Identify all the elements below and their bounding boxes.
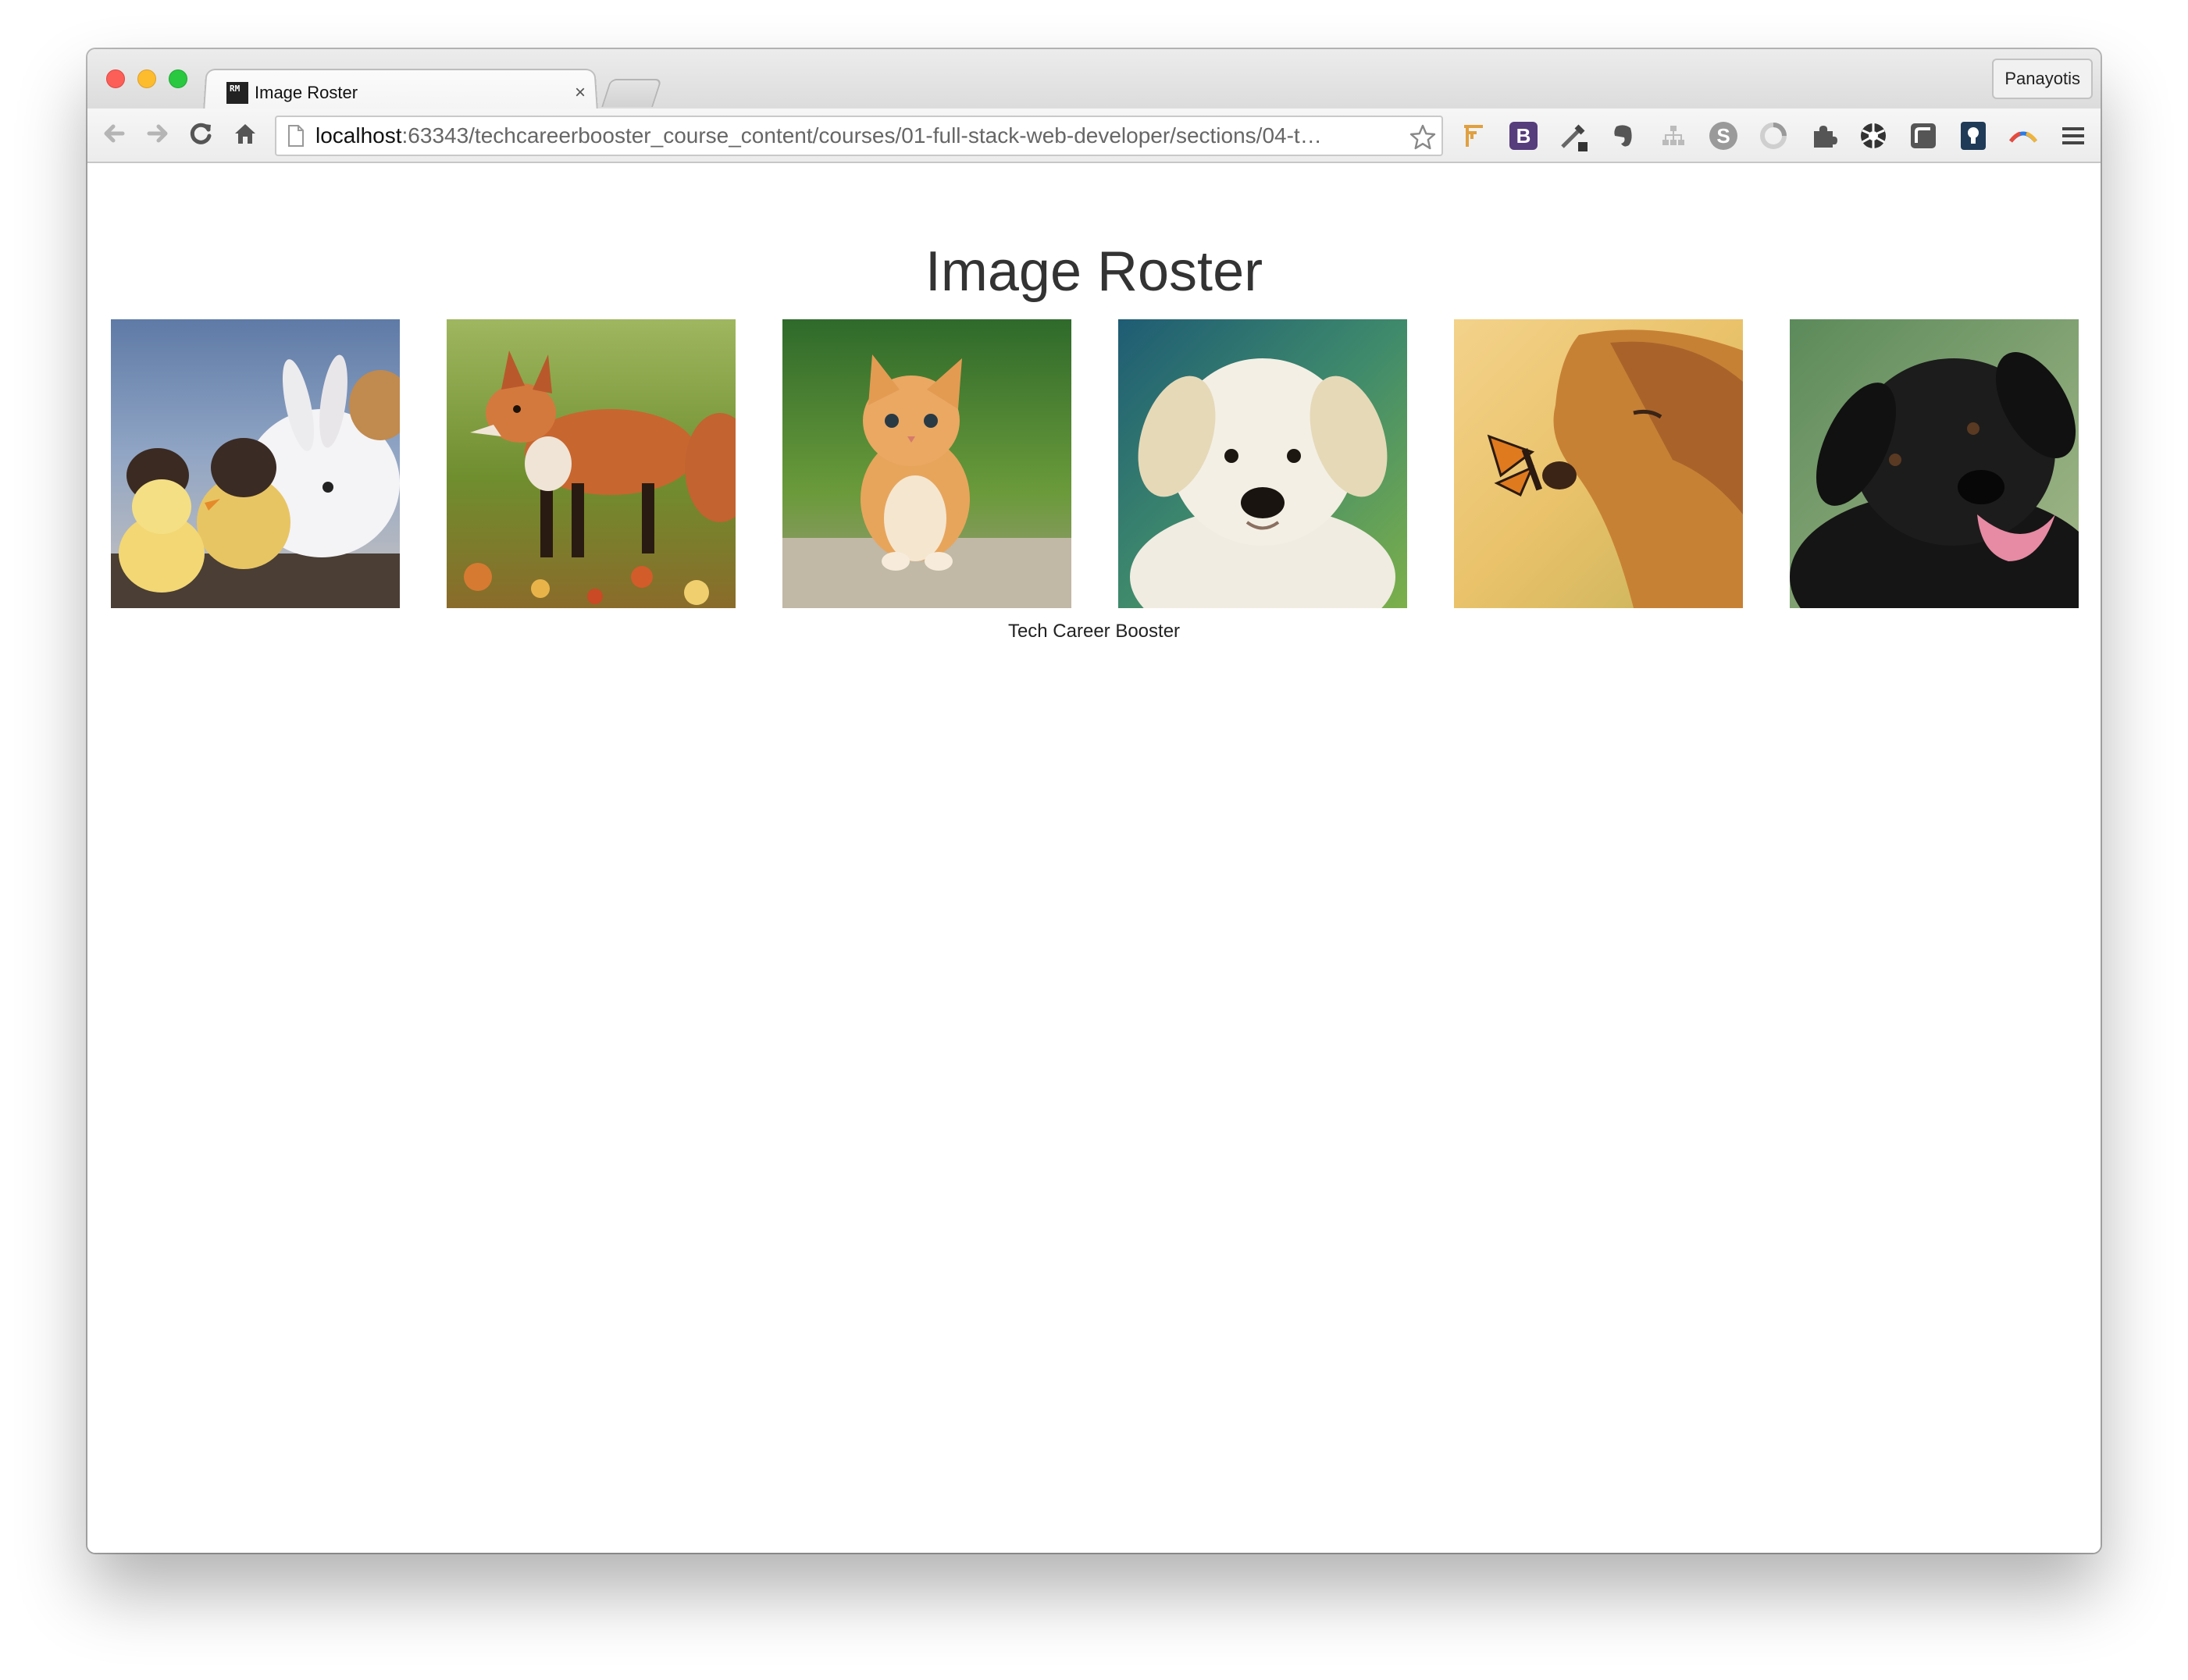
image-red-fox xyxy=(447,319,736,608)
minimize-window-button[interactable] xyxy=(137,69,156,88)
chrome-swirl-icon[interactable] xyxy=(1754,116,1793,155)
url-host: localhost xyxy=(315,123,402,148)
reload-button[interactable] xyxy=(184,116,219,151)
page-icon xyxy=(288,125,304,147)
tab-strip: RM Image Roster × Panayotis xyxy=(87,49,2101,112)
home-icon xyxy=(235,124,255,144)
gradient-arc-icon[interactable] xyxy=(2004,116,2043,155)
url-path: :63343/techcareerbooster_course_content/… xyxy=(401,123,1322,148)
window-icon[interactable] xyxy=(1904,116,1943,155)
image-chicks-and-bunny xyxy=(111,319,400,608)
bookmark-tree-icon[interactable] xyxy=(1454,116,1493,155)
back-button[interactable] xyxy=(97,116,131,151)
reload-icon xyxy=(190,123,212,144)
aperture-icon[interactable] xyxy=(1854,116,1893,155)
toolbar: localhost:63343/techcareerbooster_course… xyxy=(87,109,2101,163)
bootstrap-letter: B xyxy=(1509,122,1538,150)
tab-title: Image Roster xyxy=(255,83,358,102)
footer-text: Tech Career Booster xyxy=(1007,621,1181,642)
page-viewport: Image Roster Tech Career Booster xyxy=(87,163,2101,1553)
tab-close-icon[interactable]: × xyxy=(575,77,586,109)
arrow-left-icon xyxy=(104,124,125,143)
url-text[interactable]: localhost:63343/techcareerbooster_course… xyxy=(315,123,1393,148)
image-white-puppy xyxy=(1118,319,1407,608)
rubymine-favicon-icon: RM xyxy=(226,82,248,104)
bookmark-star-icon[interactable] xyxy=(1409,123,1437,151)
image-roster xyxy=(111,319,2079,608)
puzzle-icon[interactable] xyxy=(1804,116,1843,155)
skype-letter: S xyxy=(1709,122,1737,150)
skype-icon[interactable]: S xyxy=(1704,116,1743,155)
evernote-icon[interactable] xyxy=(1604,116,1643,155)
menu-icon[interactable] xyxy=(2054,116,2093,155)
browser-window: RM Image Roster × Panayotis localhost:63… xyxy=(87,49,2101,1553)
close-window-button[interactable] xyxy=(106,69,125,88)
sitemap-icon[interactable] xyxy=(1654,116,1693,155)
address-bar[interactable]: localhost:63343/techcareerbooster_course… xyxy=(275,116,1443,156)
image-orange-kitten xyxy=(782,319,1071,608)
extension-bar: B S xyxy=(1454,116,2101,155)
new-tab-button[interactable] xyxy=(601,79,662,107)
forward-button[interactable] xyxy=(141,116,175,151)
page-title: Image Roster xyxy=(925,240,1263,303)
home-button[interactable] xyxy=(228,116,262,151)
profile-button[interactable]: Panayotis xyxy=(1992,59,2093,99)
lock-keyhole-icon[interactable] xyxy=(1954,116,1993,155)
image-golden-retriever-with-butterfly xyxy=(1454,319,1743,608)
zoom-window-button[interactable] xyxy=(169,69,187,88)
bootstrap-icon[interactable]: B xyxy=(1504,116,1543,155)
arrow-right-icon xyxy=(147,124,168,143)
image-black-labrador xyxy=(1790,319,2079,608)
eyedropper-icon[interactable] xyxy=(1554,116,1593,155)
tab-content: RM Image Roster × xyxy=(226,77,593,109)
